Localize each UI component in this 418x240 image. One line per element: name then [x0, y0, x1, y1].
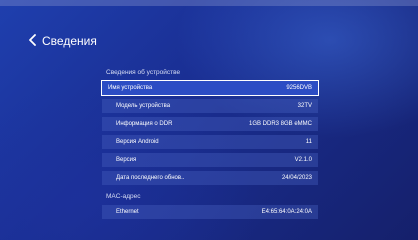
row-value: 9256DVB [286, 85, 312, 91]
row-version[interactable]: Версия V2.1.0 [102, 153, 318, 167]
back-button[interactable]: Сведения [28, 30, 97, 52]
row-value: E4:65:64:0A:24:0A [261, 209, 312, 215]
row-label: Имя устройства [108, 85, 153, 91]
section-title-device: Сведения об устройстве [106, 69, 181, 76]
row-value: 32TV [297, 103, 312, 109]
row-value: 1GB DDR3 8GB eMMC [248, 121, 312, 127]
row-label: Дата последнего обнов.. [116, 175, 185, 181]
row-device-model[interactable]: Модель устройства 32TV [102, 99, 318, 113]
row-value: V2.1.0 [294, 157, 312, 163]
row-last-update-date[interactable]: Дата последнего обнов.. 24/04/2023 [102, 171, 318, 185]
row-android-version[interactable]: Версия Android 11 [102, 135, 318, 149]
row-value: 24/04/2023 [281, 175, 312, 181]
settings-panel: Сведения об устройстве Имя устройства 92… [101, 66, 320, 224]
row-value: 11 [305, 139, 312, 145]
row-device-name[interactable]: Имя устройства 9256DVB [101, 80, 319, 96]
row-ddr-info[interactable]: Информация о DDR 1GB DDR3 8GB eMMC [102, 117, 318, 131]
top-edge [0, 0, 418, 6]
row-label: Версия Android [116, 139, 159, 145]
row-label: Информация о DDR [116, 121, 173, 127]
chevron-left-icon [28, 33, 38, 49]
row-label: Ethernet [116, 209, 139, 215]
row-label: Версия [116, 157, 137, 163]
row-ethernet-mac[interactable]: Ethernet E4:65:64:0A:24:0A [102, 205, 318, 219]
page-title: Сведения [42, 34, 97, 48]
section-title-mac: MAC-адрес [106, 193, 141, 200]
row-label: Модель устройства [116, 103, 171, 109]
